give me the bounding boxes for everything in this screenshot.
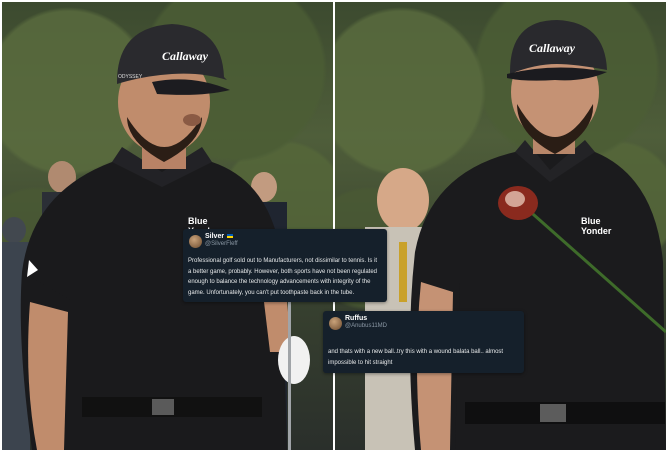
- mouth: [183, 114, 201, 126]
- spectator-head: [377, 168, 429, 232]
- tweet-card[interactable]: Silver @SilverFleff Professional golf so…: [183, 229, 387, 302]
- cap-brim: [152, 79, 230, 95]
- tweet-card[interactable]: Ruffus @Anubus11MD and thats with a new …: [323, 311, 524, 373]
- spectator-cap: [2, 217, 26, 243]
- tweet-author-name[interactable]: Silver: [205, 233, 234, 240]
- shirt-logo-text: Blue: [581, 216, 601, 226]
- cap-side-text: ODYSSEY: [118, 74, 143, 80]
- shirt-logo-text: Blue: [188, 216, 208, 226]
- ukraine-flag-icon: [227, 234, 234, 239]
- tweet-text: and thats with a new ball..try this with…: [328, 349, 504, 366]
- left-photo: Callaway ODYSSEY Blue Yonder: [2, 2, 333, 450]
- right-photo: Callaway Blue Yonder: [335, 2, 666, 450]
- tweet-author-name[interactable]: Ruffus: [345, 315, 367, 322]
- belt-buckle: [540, 404, 566, 422]
- tweet-author-handle[interactable]: @Anubus11MD: [345, 323, 387, 329]
- tweet-author-handle[interactable]: @SilverFleff: [205, 241, 238, 247]
- avatar[interactable]: [189, 235, 202, 248]
- svg-text:Yonder: Yonder: [581, 226, 612, 236]
- golfer-right-illustration: Callaway Blue Yonder: [365, 20, 666, 450]
- avatar[interactable]: [329, 317, 342, 330]
- golf-glove: [278, 336, 310, 384]
- cap-brand-text: Callaway: [162, 49, 209, 63]
- tweet-text: Professional golf sold out to Manufactur…: [188, 258, 378, 296]
- cap-brand-text: Callaway: [529, 41, 576, 55]
- left-arm-skin: [28, 302, 68, 450]
- club-shaft: [288, 302, 291, 450]
- lanyard: [399, 242, 407, 302]
- belt-buckle: [152, 399, 174, 415]
- golfer-left-illustration: Callaway ODYSSEY Blue Yonder: [2, 24, 310, 450]
